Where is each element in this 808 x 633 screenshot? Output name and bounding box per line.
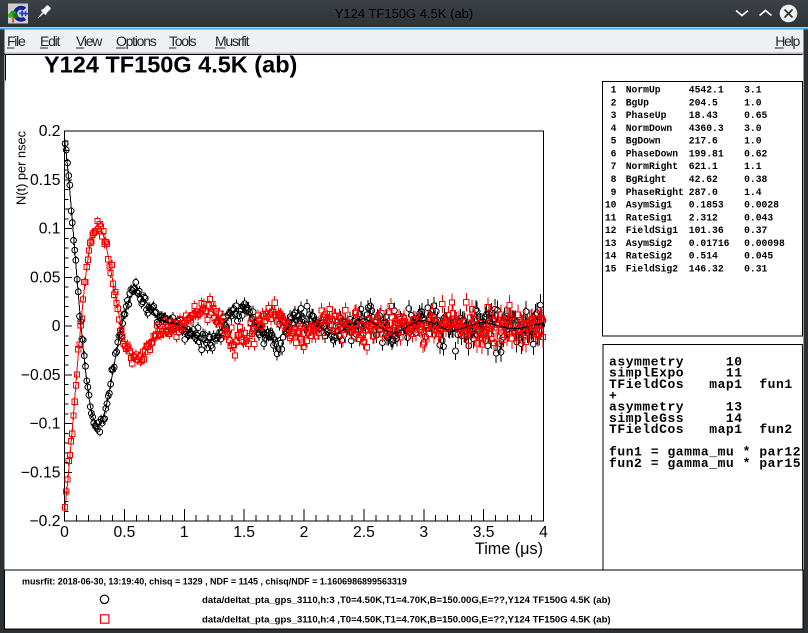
svg-text:0.00098: 0.00098: [744, 238, 785, 249]
svg-text:0.043: 0.043: [744, 212, 773, 223]
svg-text:3.1: 3.1: [744, 85, 762, 96]
svg-text:PhaseRight: PhaseRight: [626, 187, 684, 198]
svg-text:101.36: 101.36: [689, 225, 724, 236]
svg-text:N(t) per nsec: N(t) per nsec: [13, 130, 28, 205]
svg-text:0.15: 0.15: [30, 172, 61, 189]
svg-text:FieldSig1: FieldSig1: [626, 225, 679, 236]
svg-text:1.4: 1.4: [744, 187, 762, 198]
svg-text:1.5: 1.5: [233, 524, 255, 541]
svg-text:4360.3: 4360.3: [689, 123, 724, 134]
svg-text:11: 11: [605, 212, 617, 223]
svg-text:0.1853: 0.1853: [689, 200, 724, 211]
svg-text:4: 4: [539, 524, 548, 541]
svg-text:RateSig2: RateSig2: [626, 251, 673, 262]
svg-text:0.0028: 0.0028: [744, 200, 779, 211]
svg-text:9: 9: [611, 187, 617, 198]
svg-text:14: 14: [605, 251, 617, 262]
svg-text:Help: Help: [775, 33, 800, 49]
svg-text:RateSig1: RateSig1: [626, 212, 673, 223]
svg-text:2.5: 2.5: [353, 524, 375, 541]
svg-text:0.05: 0.05: [30, 269, 61, 286]
svg-text:FieldSig2: FieldSig2: [626, 263, 679, 274]
svg-text:NormRight: NormRight: [626, 161, 678, 172]
svg-text:1.1: 1.1: [744, 161, 762, 172]
svg-text:6: 6: [611, 148, 617, 159]
svg-text:204.5: 204.5: [689, 97, 718, 108]
svg-text:3: 3: [611, 110, 617, 121]
svg-text:0.31: 0.31: [744, 263, 767, 274]
svg-text:4: 4: [611, 123, 617, 134]
svg-text:Tools: Tools: [169, 33, 197, 49]
svg-text:2: 2: [300, 524, 309, 541]
svg-text:0.045: 0.045: [744, 251, 773, 262]
svg-text:View: View: [76, 33, 103, 49]
svg-text:data/deltat_pta_gps_3110,h:3 ,: data/deltat_pta_gps_3110,h:3 ,T0=4.50K,T…: [202, 595, 611, 606]
svg-text:−0.1: −0.1: [30, 416, 61, 433]
svg-text:PhaseDown: PhaseDown: [626, 148, 679, 159]
svg-text:BgDown: BgDown: [626, 136, 661, 147]
svg-text:42.62: 42.62: [689, 174, 718, 185]
svg-text:NormUp: NormUp: [626, 85, 661, 96]
svg-text:0.5: 0.5: [113, 524, 135, 541]
svg-text:5: 5: [611, 136, 617, 147]
svg-text:File: File: [7, 33, 26, 49]
svg-text:18.43: 18.43: [689, 110, 718, 121]
svg-text:0.01716: 0.01716: [689, 238, 730, 249]
svg-text:0.514: 0.514: [689, 251, 718, 262]
svg-text:287.0: 287.0: [689, 187, 718, 198]
svg-text:3.0: 3.0: [744, 123, 762, 134]
svg-text:data/deltat_pta_gps_3110,h:4 ,: data/deltat_pta_gps_3110,h:4 ,T0=4.50K,T…: [202, 615, 611, 626]
svg-text:0.65: 0.65: [744, 110, 767, 121]
svg-text:1: 1: [180, 524, 189, 541]
svg-text:Y124 TF150G 4.5K (ab): Y124 TF150G 4.5K (ab): [335, 6, 474, 21]
svg-text:0.62: 0.62: [744, 148, 767, 159]
svg-text:1: 1: [611, 85, 617, 96]
svg-text:13: 13: [605, 238, 617, 249]
svg-text:TFieldCos map1 fun1: TFieldCos map1 fun1: [609, 377, 793, 392]
svg-text:0.1: 0.1: [39, 221, 61, 238]
svg-text:−0.2: −0.2: [30, 513, 61, 530]
svg-text:1.0: 1.0: [744, 136, 762, 147]
svg-text:Musrfit: Musrfit: [215, 33, 250, 49]
svg-text:AsymSig1: AsymSig1: [626, 200, 673, 211]
svg-text:NormDown: NormDown: [626, 123, 673, 134]
svg-text:146.32: 146.32: [689, 263, 724, 274]
svg-text:Edit: Edit: [40, 33, 60, 49]
svg-text:3.5: 3.5: [473, 524, 495, 541]
svg-text:−0.05: −0.05: [21, 367, 61, 384]
svg-text:PhaseUp: PhaseUp: [626, 110, 667, 121]
svg-text:Y124 TF150G 4.5K (ab): Y124 TF150G 4.5K (ab): [44, 52, 297, 78]
svg-text:BgUp: BgUp: [626, 97, 649, 108]
svg-text:1.0: 1.0: [744, 97, 762, 108]
svg-text:2: 2: [611, 97, 617, 108]
svg-text:fun2 = gamma_mu * par15: fun2 = gamma_mu * par15: [609, 456, 801, 471]
svg-text:7: 7: [611, 161, 617, 172]
svg-text:12: 12: [605, 225, 617, 236]
svg-text:0.2: 0.2: [39, 123, 61, 140]
svg-text:621.1: 621.1: [689, 161, 718, 172]
svg-text:AsymSig2: AsymSig2: [626, 238, 673, 249]
svg-text:−0.15: −0.15: [21, 464, 61, 481]
svg-text:199.81: 199.81: [689, 148, 724, 159]
svg-text:TFieldCos map1 fun2: TFieldCos map1 fun2: [609, 422, 793, 437]
svg-text:2.312: 2.312: [689, 212, 718, 223]
svg-text:musrfit: 2018-06-30, 13:19:40,: musrfit: 2018-06-30, 13:19:40, chisq = 1…: [22, 577, 407, 587]
svg-text:10: 10: [605, 200, 617, 211]
svg-text:0.37: 0.37: [744, 225, 767, 236]
svg-text:0: 0: [52, 318, 61, 335]
svg-text:0: 0: [60, 524, 69, 541]
svg-text:4542.1: 4542.1: [689, 85, 724, 96]
svg-text:Options: Options: [116, 33, 157, 49]
svg-text:Time (μs): Time (μs): [475, 540, 543, 558]
svg-text:3: 3: [419, 524, 428, 541]
svg-text:0.38: 0.38: [744, 174, 767, 185]
svg-text:8: 8: [611, 174, 617, 185]
svg-text:BgRight: BgRight: [626, 174, 667, 185]
svg-text:15: 15: [605, 263, 617, 274]
svg-text:217.6: 217.6: [689, 136, 718, 147]
